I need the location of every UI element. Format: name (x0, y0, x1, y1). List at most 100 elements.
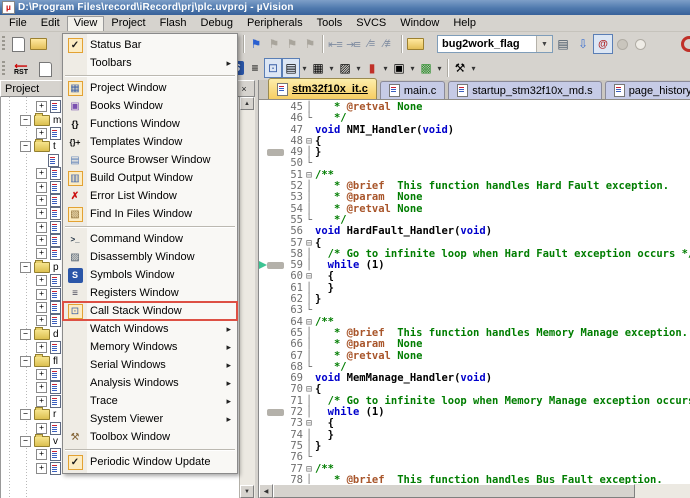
menubar-item-debug[interactable]: Debug (194, 16, 240, 31)
menubar-item-flash[interactable]: Flash (153, 16, 194, 31)
menubar-item-file[interactable]: File (2, 16, 34, 31)
project-tree-scrollbar[interactable]: ▲ ▼ (239, 97, 255, 498)
tree-expander-icon[interactable]: + (36, 181, 47, 193)
step-doc-icon[interactable] (35, 60, 55, 80)
tree-expander-icon[interactable]: + (36, 127, 47, 139)
peripherals-icon[interactable]: ▩ (417, 58, 435, 78)
tree-expander-icon[interactable]: − (20, 409, 31, 421)
menu-item-find-in-files-window[interactable]: ▧ Find In Files Window (63, 205, 237, 223)
tab-startup-stm32f10x-md-s[interactable]: startup_stm32f10x_md.s (448, 81, 602, 99)
menu-item-project-window[interactable]: ▦ Project Window (63, 79, 237, 97)
menu-item-analysis-windows[interactable]: Analysis Windows ▸ (63, 374, 237, 392)
toolbar-grip2[interactable] (2, 61, 5, 77)
menu-item-error-list-window[interactable]: ✗ Error List Window (63, 187, 237, 205)
menu-item-toolbars[interactable]: Toolbars ▸ (63, 54, 237, 72)
menubar-item-view[interactable]: View (66, 15, 105, 31)
memory-dropdown-icon[interactable]: ▾ (327, 64, 336, 73)
combo-dropdown-icon[interactable]: ▼ (536, 36, 552, 52)
code-area[interactable]: 45 │ * @retval None 46 └ */47 void NMI_Hand… (259, 100, 690, 484)
hscroll-thumb[interactable] (273, 484, 635, 498)
navigate-arrow-icon[interactable]: ⇩ (573, 34, 593, 54)
menu-item-toolbox-window[interactable]: ⚒ Toolbox Window (63, 428, 237, 446)
tree-expander-icon[interactable]: + (36, 221, 47, 233)
menubar-item-help[interactable]: Help (446, 16, 483, 31)
tree-expander-icon[interactable]: + (36, 101, 47, 113)
toolbar-grip[interactable] (2, 36, 5, 52)
menu-item-status-bar[interactable]: ✓ Status Bar (63, 36, 237, 54)
registers-window-icon[interactable]: ≡ (246, 58, 264, 78)
menu-item-templates-window[interactable]: {}+ Templates Window (63, 133, 237, 151)
menu-item-functions-window[interactable]: {} Functions Window (63, 115, 237, 133)
open-file-button[interactable] (28, 34, 48, 54)
memory-window-icon[interactable]: ▦ (309, 58, 327, 78)
tab-main-c[interactable]: main.c (379, 81, 446, 99)
menu-item-source-browser-window[interactable]: ▤ Source Browser Window (63, 151, 237, 169)
menu-item-serial-windows[interactable]: Serial Windows ▸ (63, 356, 237, 374)
indent-left-icon[interactable]: ⇤≡ (326, 34, 344, 54)
toolbox-dropdown-icon[interactable]: ▾ (469, 64, 478, 73)
menu-item-memory-windows[interactable]: Memory Windows ▸ (63, 338, 237, 356)
tree-expander-icon[interactable]: + (36, 194, 47, 206)
tree-expander-icon[interactable]: + (36, 395, 47, 407)
menu-item-disassembly-window[interactable]: ▨ Disassembly Window (63, 248, 237, 266)
serial-dropdown-icon[interactable]: ▾ (354, 64, 363, 73)
scroll-up-icon[interactable]: ▲ (240, 97, 254, 110)
tree-expander-icon[interactable]: + (36, 288, 47, 300)
call-stack-toolbar-icon[interactable]: ⊡ (264, 58, 282, 78)
new-file-button[interactable] (8, 34, 28, 54)
tree-expander-icon[interactable]: + (36, 275, 47, 287)
menu-item-command-window[interactable]: >_ Command Window (63, 230, 237, 248)
clear-bookmarks-icon[interactable]: ⚑ (301, 34, 319, 54)
hscroll-left-icon[interactable]: ◀ (259, 484, 273, 498)
tree-expander-icon[interactable]: + (36, 369, 47, 380)
tab-page-history-c[interactable]: page_history.c (604, 81, 690, 99)
tree-expander-icon[interactable]: − (20, 435, 31, 447)
tree-expander-icon[interactable]: + (36, 315, 47, 327)
tree-expander-icon[interactable]: + (36, 208, 47, 220)
menu-item-symbols-window[interactable]: S Symbols Window (63, 266, 237, 284)
tree-expander-icon[interactable]: − (20, 328, 31, 340)
tab-stm32f10x-it-c[interactable]: stm32f10x_it.c (268, 78, 377, 99)
tree-expander-icon[interactable]: − (20, 114, 31, 126)
watch-dropdown-icon[interactable]: ▾ (300, 64, 309, 73)
tree-expander-icon[interactable]: + (36, 302, 47, 314)
load-project-icon[interactable] (405, 34, 425, 54)
close-icon[interactable]: × (238, 83, 250, 95)
tree-expander-icon[interactable]: − (20, 355, 31, 367)
menu-item-registers-window[interactable]: ≡ Registers Window (63, 284, 237, 302)
tree-expander-icon[interactable]: + (36, 168, 47, 180)
serial-window-icon[interactable]: ▨ (336, 58, 354, 78)
debug-session-icon[interactable] (681, 36, 690, 52)
toggle-bookmark-icon[interactable]: ⚑ (247, 34, 265, 54)
find-in-files-icon[interactable]: ▤ (553, 34, 573, 54)
find-symbol-icon[interactable]: @ (593, 34, 613, 54)
peripherals-dropdown-icon[interactable]: ▾ (435, 64, 444, 73)
comment-icon[interactable]: ∕≡ (362, 34, 380, 54)
menu-item-build-output-window[interactable]: ▥ Build Output Window (63, 169, 237, 187)
editor-hscrollbar[interactable]: ◀ (259, 484, 690, 498)
tree-expander-icon[interactable]: − (20, 141, 31, 153)
menubar-item-peripherals[interactable]: Peripherals (240, 16, 310, 31)
uncomment-icon[interactable]: ∕≢ (380, 34, 398, 54)
menu-item-trace[interactable]: Trace ▸ (63, 392, 237, 410)
prev-bookmark-icon[interactable]: ⚑ (265, 34, 283, 54)
analysis-window-icon[interactable]: ▮ (363, 58, 381, 78)
tree-expander-icon[interactable]: + (36, 462, 47, 474)
menu-item-books-window[interactable]: ▣ Books Window (63, 97, 237, 115)
menubar-item-project[interactable]: Project (104, 16, 152, 31)
menu-item-call-stack-window[interactable]: ⊡ Call Stack Window (62, 301, 238, 321)
menubar-item-tools[interactable]: Tools (310, 16, 350, 31)
toolbox-icon[interactable]: ⚒ (451, 58, 469, 78)
menubar-item-edit[interactable]: Edit (34, 16, 67, 31)
menu-item-system-viewer[interactable]: System Viewer ▸ (63, 410, 237, 428)
menu-item-periodic-window-update[interactable]: ✓ Periodic Window Update (63, 453, 237, 471)
tree-expander-icon[interactable]: + (36, 248, 47, 260)
menu-item-watch-windows[interactable]: Watch Windows ▸ (63, 320, 237, 338)
system-viewer-icon[interactable]: ▣ (390, 58, 408, 78)
tree-expander-icon[interactable]: + (36, 235, 47, 247)
sysviewer-dropdown-icon[interactable]: ▾ (408, 64, 417, 73)
tree-expander-icon[interactable]: + (36, 382, 47, 394)
reset-button[interactable]: ⟵ RST (7, 58, 35, 81)
find-in-files-combobox[interactable]: bug2work_flag ▼ (437, 35, 553, 53)
next-bookmark-icon[interactable]: ⚑ (283, 34, 301, 54)
